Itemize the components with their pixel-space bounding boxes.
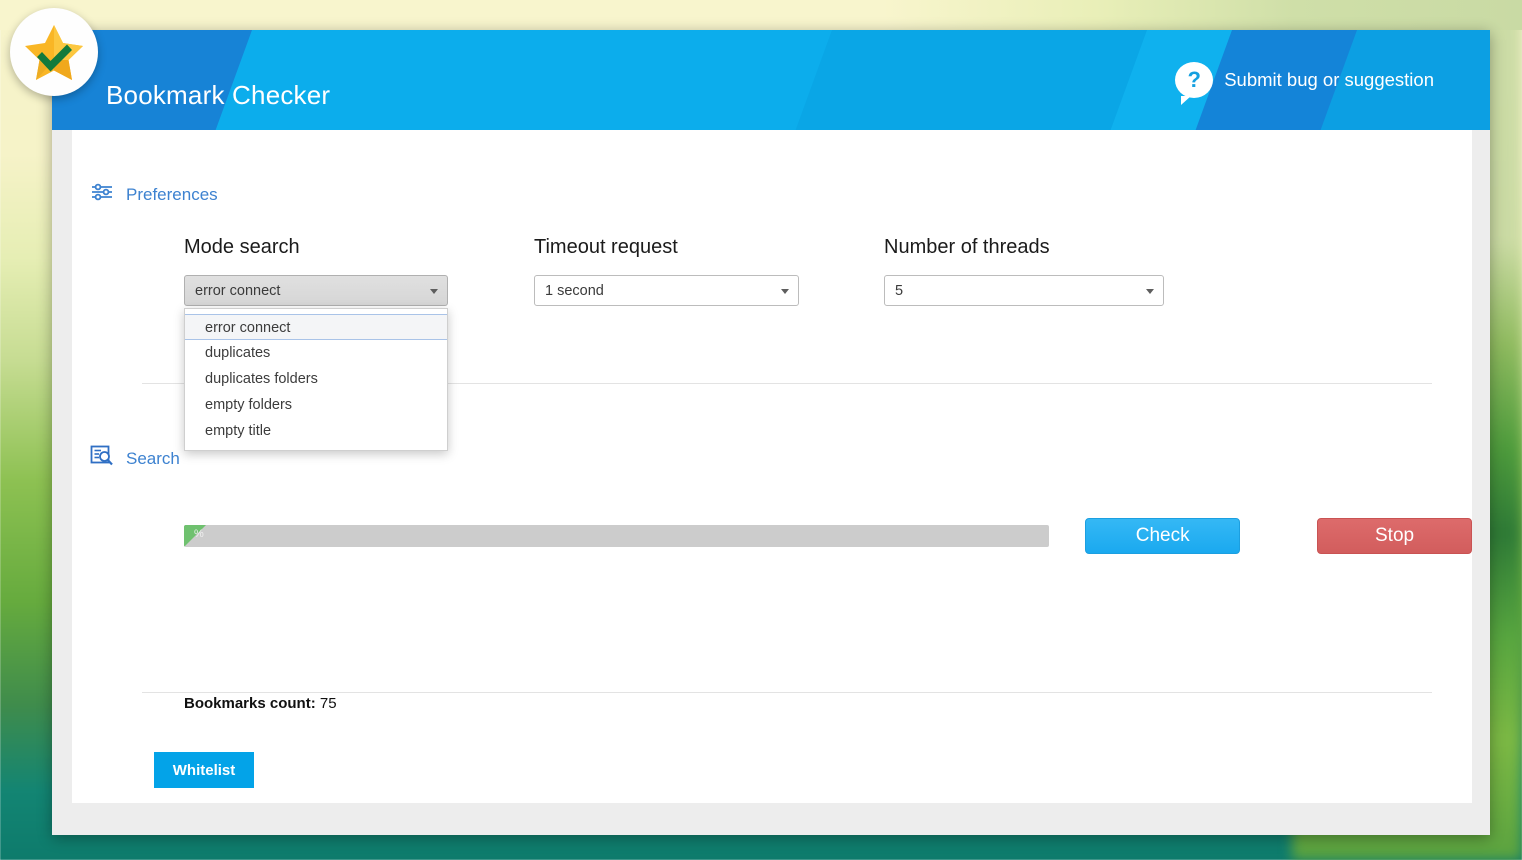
number-of-threads-value: 5 — [895, 282, 904, 299]
dropdown-option-empty-folders[interactable]: empty folders — [185, 392, 447, 418]
field-number-of-threads: Number of threads 5 — [884, 236, 1164, 306]
page-search-icon — [90, 445, 114, 472]
desktop-background-top — [0, 0, 1522, 30]
dropdown-option-empty-title[interactable]: empty title — [185, 418, 447, 444]
app-header: Bookmark Checker ? Submit bug or suggest… — [52, 30, 1490, 130]
chevron-down-icon — [1146, 288, 1154, 294]
number-of-threads-label: Number of threads — [884, 236, 1050, 258]
progress-bar: % — [184, 525, 1050, 547]
bookmarks-count-value: 75 — [319, 695, 337, 712]
page-title: Bookmark Checker — [106, 80, 331, 110]
check-button[interactable]: Check — [1085, 518, 1241, 554]
dropdown-option-duplicates-folders[interactable]: duplicates folders — [185, 366, 447, 392]
app-window: Bookmark Checker ? Submit bug or suggest… — [52, 30, 1490, 835]
preferences-section-header[interactable]: Preferences — [90, 182, 218, 207]
bookmarks-count-label: Bookmarks count: — [184, 695, 316, 712]
content-panel: Preferences Mode search error connect Ti… — [72, 130, 1472, 803]
mode-search-label: Mode search — [184, 236, 300, 258]
chevron-down-icon — [430, 288, 438, 294]
field-mode-search: Mode search error connect — [184, 236, 449, 306]
timeout-request-value: 1 second — [545, 282, 604, 299]
timeout-request-select[interactable]: 1 second — [534, 275, 799, 306]
app-logo — [10, 8, 98, 96]
submit-bug-link[interactable]: ? Submit bug or suggestion — [1175, 62, 1434, 105]
whitelist-button[interactable]: Whitelist — [154, 752, 254, 788]
dropdown-option-duplicates[interactable]: duplicates — [185, 340, 447, 366]
progress-percent-label: % — [194, 528, 204, 540]
stop-button[interactable]: Stop — [1317, 518, 1472, 554]
bookmarks-count: Bookmarks count: 75 — [184, 695, 337, 712]
mode-search-select[interactable]: error connect — [184, 275, 448, 306]
question-bubble-icon: ? — [1175, 62, 1214, 105]
field-timeout-request: Timeout request 1 second — [534, 236, 799, 306]
timeout-request-label: Timeout request — [534, 236, 678, 258]
star-check-logo-icon — [25, 25, 83, 80]
preferences-label: Preferences — [126, 184, 218, 204]
preferences-form-row: Mode search error connect Timeout reques… — [184, 236, 1164, 306]
submit-bug-label: Submit bug or suggestion — [1224, 69, 1434, 90]
search-section-header[interactable]: Search — [90, 445, 180, 472]
number-of-threads-select[interactable]: 5 — [884, 275, 1164, 306]
search-label: Search — [126, 448, 180, 468]
dropdown-option-error-connect[interactable]: error connect — [185, 314, 447, 340]
section-divider-bottom — [142, 692, 1432, 693]
chevron-down-icon — [781, 288, 789, 294]
mode-search-dropdown[interactable]: error connect duplicates duplicates fold… — [184, 308, 448, 451]
mode-search-value: error connect — [195, 282, 281, 299]
tune-sliders-icon — [90, 182, 114, 207]
search-progress-row: % Check Stop — [184, 518, 1472, 554]
